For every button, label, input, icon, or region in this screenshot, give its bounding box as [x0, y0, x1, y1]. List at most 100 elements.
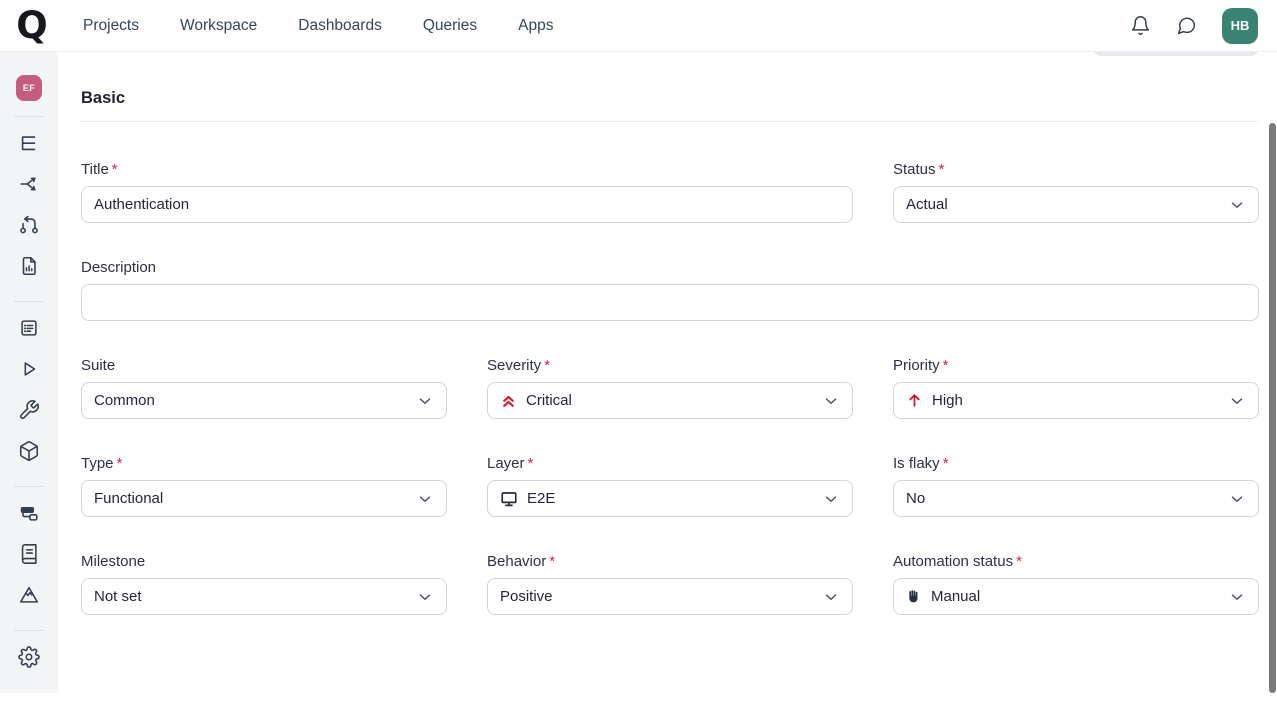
required-marker: * [112, 161, 118, 178]
cube-icon[interactable] [17, 439, 41, 463]
tree-list-icon[interactable] [17, 131, 41, 155]
bell-icon[interactable] [1130, 15, 1151, 36]
required-marker: * [528, 455, 534, 472]
field-status: Status* Actual [893, 161, 1259, 223]
is-flaky-label: Is flaky* [893, 455, 1259, 472]
user-avatar[interactable]: HB [1222, 8, 1258, 44]
required-marker: * [544, 357, 550, 374]
top-navigation-bar: Q Projects Workspace Dashboards Queries … [0, 0, 1277, 52]
chevron-down-icon [416, 588, 434, 606]
layer-value: E2E [527, 490, 555, 507]
field-type: Type* Functional [81, 455, 447, 517]
split-arrow-icon[interactable] [17, 172, 41, 196]
status-label: Status* [893, 161, 1259, 178]
form-grid: Title* Status* Actual Description Suite … [81, 161, 1259, 615]
section-title-basic: Basic [81, 89, 1259, 122]
defects-icon[interactable] [17, 501, 41, 525]
required-marker: * [549, 553, 555, 570]
field-description: Description [81, 259, 1259, 321]
type-label: Type* [81, 455, 447, 472]
automation-status-value: Manual [931, 588, 980, 605]
project-badge[interactable]: EF [16, 75, 42, 101]
qase-logo[interactable]: Q [13, 0, 51, 52]
behavior-value: Positive [500, 588, 553, 605]
field-behavior: Behavior* Positive [487, 553, 853, 615]
nav-item-projects[interactable]: Projects [83, 17, 139, 35]
is-flaky-select[interactable]: No [893, 480, 1259, 517]
report-icon[interactable] [17, 254, 41, 278]
shared-steps-icon[interactable] [17, 213, 41, 237]
automation-status-label: Automation status* [893, 553, 1259, 570]
suite-label: Suite [81, 357, 447, 374]
field-suite: Suite Common [81, 357, 447, 419]
milestone-select[interactable]: Not set [81, 578, 447, 615]
arrow-up-icon [906, 392, 923, 409]
title-input[interactable] [81, 186, 853, 223]
left-sidebar: EF [0, 52, 58, 693]
type-value: Functional [94, 490, 163, 507]
chevron-down-icon [416, 490, 434, 508]
chevron-down-icon [822, 490, 840, 508]
milestone-value: Not set [94, 588, 142, 605]
priority-select[interactable]: High [893, 382, 1259, 419]
nav-item-apps[interactable]: Apps [518, 17, 553, 35]
double-chevron-up-icon [500, 392, 517, 409]
layer-select[interactable]: E2E [487, 480, 853, 517]
required-marker: * [1016, 553, 1022, 570]
hand-icon [906, 589, 922, 605]
chevron-down-icon [822, 588, 840, 606]
main-nav: Projects Workspace Dashboards Queries Ap… [83, 17, 553, 35]
sidebar-divider [14, 301, 44, 302]
nav-item-queries[interactable]: Queries [423, 17, 477, 35]
vertical-scrollbar[interactable] [1269, 123, 1276, 693]
field-title: Title* [81, 161, 853, 223]
topnav-right: HB [1130, 8, 1277, 44]
sidebar-divider [14, 486, 44, 487]
status-select[interactable]: Actual [893, 186, 1259, 223]
gear-icon[interactable] [17, 645, 41, 669]
required-marker: * [943, 357, 949, 374]
main-content: Create test case Configure fields Basic … [58, 19, 1277, 615]
chevron-down-icon [1228, 392, 1246, 410]
chevron-down-icon [1228, 196, 1246, 214]
chevron-down-icon [822, 392, 840, 410]
automation-status-select[interactable]: Manual [893, 578, 1259, 615]
layer-label: Layer* [487, 455, 853, 472]
wrench-icon[interactable] [17, 398, 41, 422]
field-severity: Severity* Critical [487, 357, 853, 419]
severity-value: Critical [526, 392, 572, 409]
play-icon[interactable] [17, 357, 41, 381]
title-label: Title* [81, 161, 853, 178]
suite-select[interactable]: Common [81, 382, 447, 419]
chat-icon[interactable] [1176, 15, 1197, 36]
sidebar-divider [14, 116, 44, 117]
field-layer: Layer* E2E [487, 455, 853, 517]
priority-value: High [932, 392, 963, 409]
type-select[interactable]: Functional [81, 480, 447, 517]
milestone-label: Milestone [81, 553, 447, 570]
suite-value: Common [94, 392, 155, 409]
chevron-down-icon [416, 392, 434, 410]
required-marker: * [943, 455, 949, 472]
is-flaky-value: No [906, 490, 925, 507]
book-icon[interactable] [17, 542, 41, 566]
severity-select[interactable]: Critical [487, 382, 853, 419]
mountain-icon[interactable] [17, 583, 41, 607]
nav-item-workspace[interactable]: Workspace [180, 17, 257, 35]
chevron-down-icon [1228, 588, 1246, 606]
chevron-down-icon [1228, 490, 1246, 508]
status-value: Actual [906, 196, 948, 213]
required-marker: * [117, 455, 123, 472]
priority-label: Priority* [893, 357, 1259, 374]
list-icon[interactable] [17, 316, 41, 340]
behavior-select[interactable]: Positive [487, 578, 853, 615]
description-label: Description [81, 259, 1259, 276]
description-input[interactable] [81, 284, 1259, 321]
behavior-label: Behavior* [487, 553, 853, 570]
monitor-icon [500, 490, 518, 508]
severity-label: Severity* [487, 357, 853, 374]
field-priority: Priority* High [893, 357, 1259, 419]
nav-item-dashboards[interactable]: Dashboards [298, 17, 382, 35]
sidebar-divider [14, 630, 44, 631]
field-milestone: Milestone Not set [81, 553, 447, 615]
